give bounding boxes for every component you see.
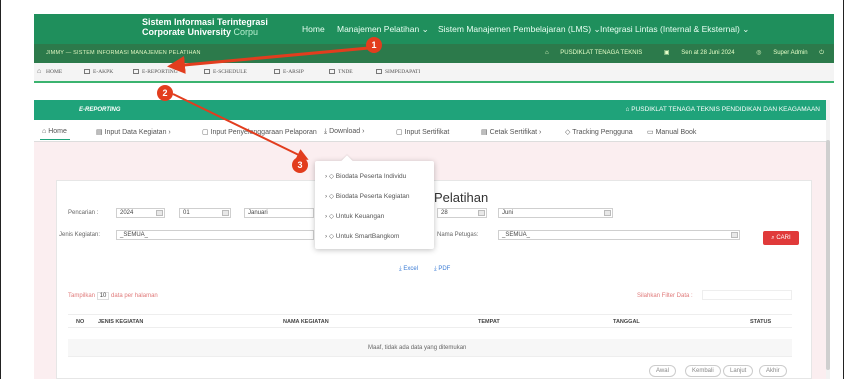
app-window: Sistem Informasi Terintegrasi Corporate … bbox=[0, 0, 844, 379]
arrow-1 bbox=[167, 46, 370, 74]
annotation-marker-2: 2 bbox=[157, 85, 173, 101]
arrow-2 bbox=[172, 93, 309, 160]
annotation-marker-3: 3 bbox=[292, 157, 308, 173]
annotation-arrows bbox=[167, 46, 370, 160]
annotation-marker-1: 1 bbox=[366, 37, 382, 53]
